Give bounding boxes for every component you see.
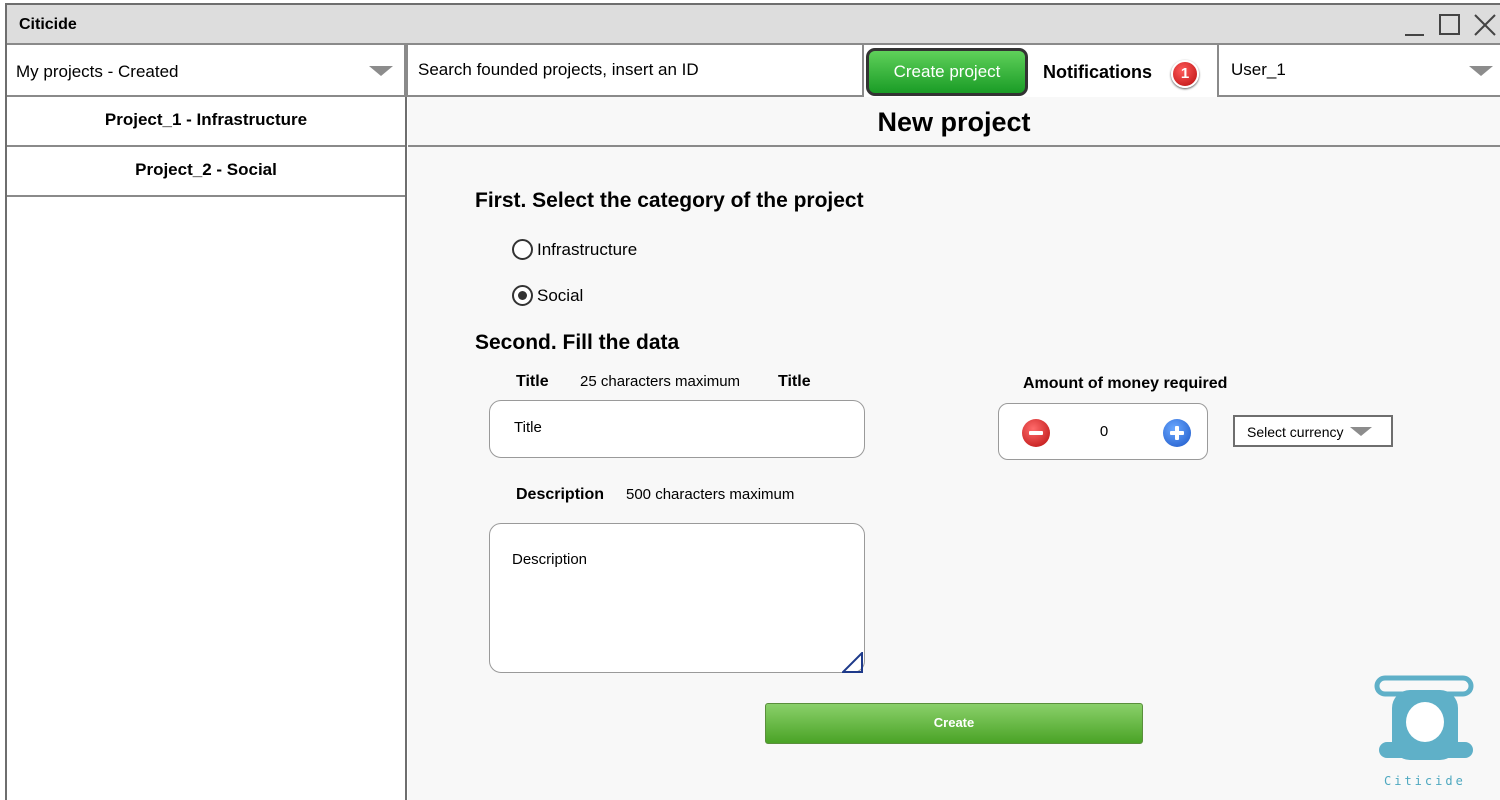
sidebar: Project_1 - Infrastructure Project_2 - S… bbox=[7, 97, 407, 800]
title-field bbox=[489, 400, 865, 458]
step1-heading: First. Select the category of the projec… bbox=[475, 189, 864, 212]
description-field bbox=[489, 523, 865, 673]
projects-filter-select[interactable]: My projects - Created bbox=[7, 45, 406, 97]
step2-heading: Second. Fill the data bbox=[475, 331, 680, 354]
title-label-secondary: Title bbox=[778, 373, 811, 390]
page-title: New project bbox=[877, 107, 1031, 137]
category-radio-infrastructure[interactable]: Infrastructure bbox=[512, 239, 637, 260]
title-hint: 25 characters maximum bbox=[580, 373, 741, 390]
search-input[interactable] bbox=[408, 45, 862, 95]
description-hint: 500 characters maximum bbox=[626, 486, 795, 503]
increment-icon[interactable] bbox=[1163, 419, 1191, 447]
notification-badge[interactable]: 1 bbox=[1171, 60, 1199, 88]
sidebar-item-project-2[interactable]: Project_2 - Social bbox=[7, 147, 405, 197]
category-label-infrastructure: Infrastructure bbox=[537, 239, 638, 259]
title-input[interactable] bbox=[514, 419, 844, 436]
create-project-button[interactable]: Create project bbox=[866, 48, 1028, 96]
chevron-down-icon bbox=[1469, 66, 1493, 76]
close-icon[interactable] bbox=[1472, 12, 1498, 38]
search-box bbox=[406, 45, 864, 97]
user-select[interactable]: User_1 bbox=[1217, 45, 1500, 97]
amount-value[interactable]: 0 bbox=[1089, 423, 1119, 440]
description-input[interactable] bbox=[512, 551, 842, 651]
chevron-down-icon bbox=[369, 66, 393, 76]
decrement-icon[interactable] bbox=[1022, 419, 1050, 447]
currency-select[interactable]: Select currency bbox=[1233, 415, 1393, 447]
notifications-link[interactable]: Notifications bbox=[1043, 62, 1152, 83]
create-button[interactable]: Create bbox=[765, 703, 1143, 744]
app-title: Citicide bbox=[19, 16, 77, 33]
chevron-down-icon bbox=[1350, 427, 1372, 436]
main-content: New project First. Select the category o… bbox=[408, 97, 1500, 800]
minimize-icon[interactable] bbox=[1402, 12, 1428, 38]
amount-label: Amount of money required bbox=[1023, 375, 1228, 392]
user-name: User_1 bbox=[1231, 60, 1286, 79]
amount-stepper: 0 bbox=[998, 403, 1208, 460]
maximize-icon[interactable] bbox=[1437, 12, 1463, 38]
title-bar: Citicide bbox=[7, 5, 1500, 45]
currency-placeholder: Select currency bbox=[1247, 424, 1344, 440]
category-label-social: Social bbox=[537, 285, 584, 305]
sidebar-item-project-1[interactable]: Project_1 - Infrastructure bbox=[7, 97, 405, 147]
description-label: Description bbox=[516, 486, 605, 503]
category-radio-social[interactable]: Social bbox=[512, 285, 583, 306]
app-window: Citicide My projects - Created User_1 Cr… bbox=[5, 3, 1500, 800]
radio-button-checked[interactable] bbox=[512, 285, 533, 306]
resize-handle-icon[interactable] bbox=[842, 652, 864, 674]
radio-button[interactable] bbox=[512, 239, 533, 260]
page-title-bar: New project bbox=[408, 97, 1500, 147]
title-label: Title bbox=[516, 373, 549, 390]
top-toolbar: My projects - Created User_1 bbox=[7, 45, 1500, 97]
logo-text: Citicide bbox=[1384, 774, 1466, 788]
projects-filter-value: My projects - Created bbox=[16, 62, 179, 81]
